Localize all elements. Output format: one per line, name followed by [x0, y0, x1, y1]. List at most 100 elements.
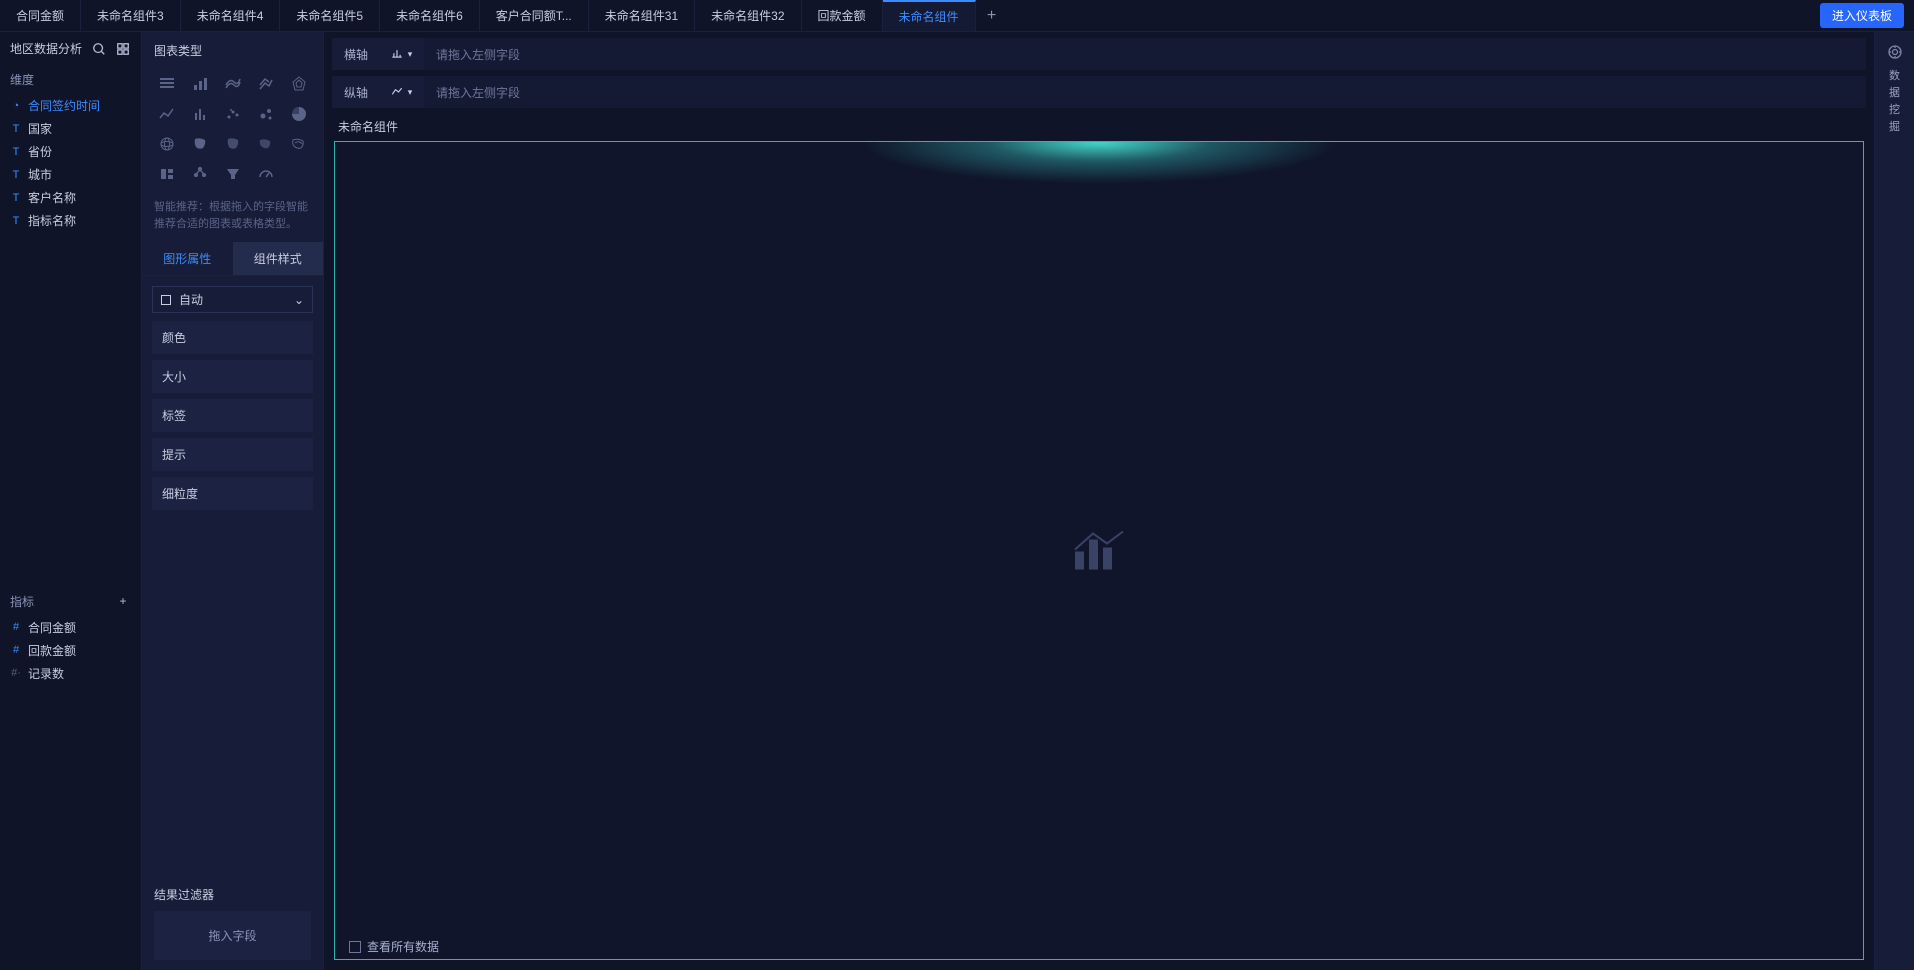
chevron-down-icon: ▾ — [408, 87, 413, 98]
drop-placeholder: 请拖入左侧字段 — [436, 46, 520, 63]
chart-type-tree-icon[interactable] — [187, 163, 212, 185]
field-item[interactable]: T 国家 — [0, 117, 141, 140]
section-label: 指标 — [10, 593, 34, 610]
tab-item-active[interactable]: 未命名组件 — [883, 0, 976, 31]
chart-type-kpi-icon[interactable] — [154, 163, 179, 185]
property-tooltip[interactable]: 提示 — [152, 438, 313, 471]
x-axis-type-button[interactable]: ▾ — [380, 47, 420, 61]
chart-canvas[interactable]: 查看所有数据 — [334, 141, 1864, 960]
section-label: 维度 — [10, 71, 34, 88]
checkbox-icon — [349, 941, 361, 953]
tab-item[interactable]: 未命名组件6 — [380, 0, 480, 31]
property-granularity[interactable]: 细粒度 — [152, 477, 313, 510]
glow-decoration — [839, 141, 1359, 187]
tab-label: 合同金额 — [16, 7, 64, 24]
table-icon[interactable] — [115, 41, 131, 57]
field-item[interactable]: #· 记录数 — [0, 662, 141, 685]
field-item[interactable]: # 回款金额 — [0, 639, 141, 662]
text-type-icon: T — [10, 146, 22, 158]
tab-label: 未命名组件6 — [396, 7, 463, 24]
property-size[interactable]: 大小 — [152, 360, 313, 393]
tab-item[interactable]: 客户合同额T... — [480, 0, 589, 31]
chart-type-region-icon[interactable] — [253, 133, 278, 155]
chart-type-stacked-area-icon[interactable] — [220, 73, 245, 95]
tab-item[interactable]: 未命名组件4 — [181, 0, 281, 31]
text-type-icon: T — [10, 215, 22, 227]
field-label: 指标名称 — [28, 212, 76, 229]
chart-type-globe-icon[interactable] — [154, 133, 179, 155]
chart-type-funnel-icon[interactable] — [220, 163, 245, 185]
field-item[interactable]: T 客户名称 — [0, 186, 141, 209]
property-label[interactable]: 标签 — [152, 399, 313, 432]
text-type-icon: T — [10, 169, 22, 181]
y-axis-drop-zone[interactable]: 请拖入左侧字段 — [424, 76, 1866, 108]
field-label: 记录数 — [28, 665, 64, 682]
field-item[interactable]: T 省份 — [0, 140, 141, 163]
smart-hint-text: 智能推荐：根据拖入的字段智能推荐合适的图表或表格类型。 — [142, 195, 323, 242]
chevron-down-icon: ▾ — [408, 49, 413, 60]
tab-label: 回款金额 — [818, 7, 866, 24]
field-item[interactable]: T 城市 — [0, 163, 141, 186]
field-label: 省份 — [28, 143, 52, 160]
shape-icon — [161, 295, 171, 305]
tab-item[interactable]: 回款金额 — [802, 0, 883, 31]
chart-type-pie-icon[interactable] — [286, 103, 311, 125]
add-tab-button[interactable]: + — [976, 7, 1008, 25]
tab-item[interactable]: 未命名组件3 — [81, 0, 181, 31]
field-item[interactable]: ◔ 合同签约时间 — [0, 94, 141, 117]
field-item[interactable]: T 指标名称 — [0, 209, 141, 232]
chart-type-scatter-icon[interactable] — [220, 103, 245, 125]
chart-title[interactable]: 未命名组件 — [324, 108, 1874, 141]
chart-type-column-icon[interactable] — [187, 103, 212, 125]
chart-type-bar-icon[interactable] — [187, 73, 212, 95]
clock-icon: ◔ — [10, 100, 22, 112]
measures-header: 指标 + — [0, 587, 141, 616]
y-axis-type-button[interactable]: ▾ — [380, 85, 420, 99]
number-type-icon: # — [10, 644, 22, 656]
right-rail[interactable]: 数据挖掘 — [1874, 32, 1914, 970]
chart-type-more-icon[interactable] — [286, 163, 311, 185]
tab-label: 未命名组件3 — [97, 7, 164, 24]
config-panel: 图表类型 智能推荐：根据拖入的字段智能推荐合适的图表或表格类型。 — [142, 32, 324, 970]
property-label: 提示 — [162, 448, 186, 462]
empty-chart-placeholder-icon — [1069, 527, 1129, 574]
property-color[interactable]: 颜色 — [152, 321, 313, 354]
measures-list: # 合同金额 # 回款金额 #· 记录数 — [0, 616, 141, 970]
tab-component-style[interactable]: 组件样式 — [233, 242, 324, 275]
filter-drop-zone[interactable]: 拖入字段 — [154, 911, 311, 960]
tab-item[interactable]: 合同金额 — [0, 0, 81, 31]
field-label: 回款金额 — [28, 642, 76, 659]
chart-type-map-icon[interactable] — [187, 133, 212, 155]
field-item[interactable]: # 合同金额 — [0, 616, 141, 639]
config-sub-tabs: 图形属性 组件样式 — [142, 242, 323, 276]
tab-item[interactable]: 未命名组件31 — [589, 0, 695, 31]
view-all-data-checkbox[interactable]: 查看所有数据 — [349, 938, 439, 955]
select-value: 自动 — [179, 291, 203, 308]
field-label: 合同签约时间 — [28, 97, 100, 114]
add-measure-button[interactable]: + — [115, 593, 131, 609]
property-label: 大小 — [162, 370, 186, 384]
chart-type-bubble-icon[interactable] — [253, 103, 278, 125]
tab-label: 未命名组件4 — [197, 7, 264, 24]
chart-type-table-icon[interactable] — [154, 73, 179, 95]
sub-tab-label: 图形属性 — [163, 252, 211, 266]
mark-type-select[interactable]: 自动 ⌄ — [152, 286, 313, 313]
field-label: 城市 — [28, 166, 52, 183]
chart-type-heatmap-icon[interactable] — [220, 133, 245, 155]
chart-type-radar-icon[interactable] — [286, 73, 311, 95]
chart-type-gauge-icon[interactable] — [253, 163, 278, 185]
dataset-title: 地区数据分析 — [10, 40, 83, 57]
search-icon[interactable] — [91, 41, 107, 57]
property-label: 颜色 — [162, 331, 186, 345]
enter-dashboard-button[interactable]: 进入仪表板 — [1820, 3, 1904, 28]
chart-type-flow-map-icon[interactable] — [286, 133, 311, 155]
tab-item[interactable]: 未命名组件32 — [695, 0, 801, 31]
number-type-icon: #· — [10, 667, 22, 679]
text-type-icon: T — [10, 123, 22, 135]
chart-type-compare-icon[interactable] — [253, 73, 278, 95]
right-rail-label: 数据挖掘 — [1889, 67, 1900, 134]
chart-type-line-icon[interactable] — [154, 103, 179, 125]
x-axis-drop-zone[interactable]: 请拖入左侧字段 — [424, 38, 1866, 70]
tab-graphic-properties[interactable]: 图形属性 — [142, 242, 233, 275]
tab-item[interactable]: 未命名组件5 — [280, 0, 380, 31]
